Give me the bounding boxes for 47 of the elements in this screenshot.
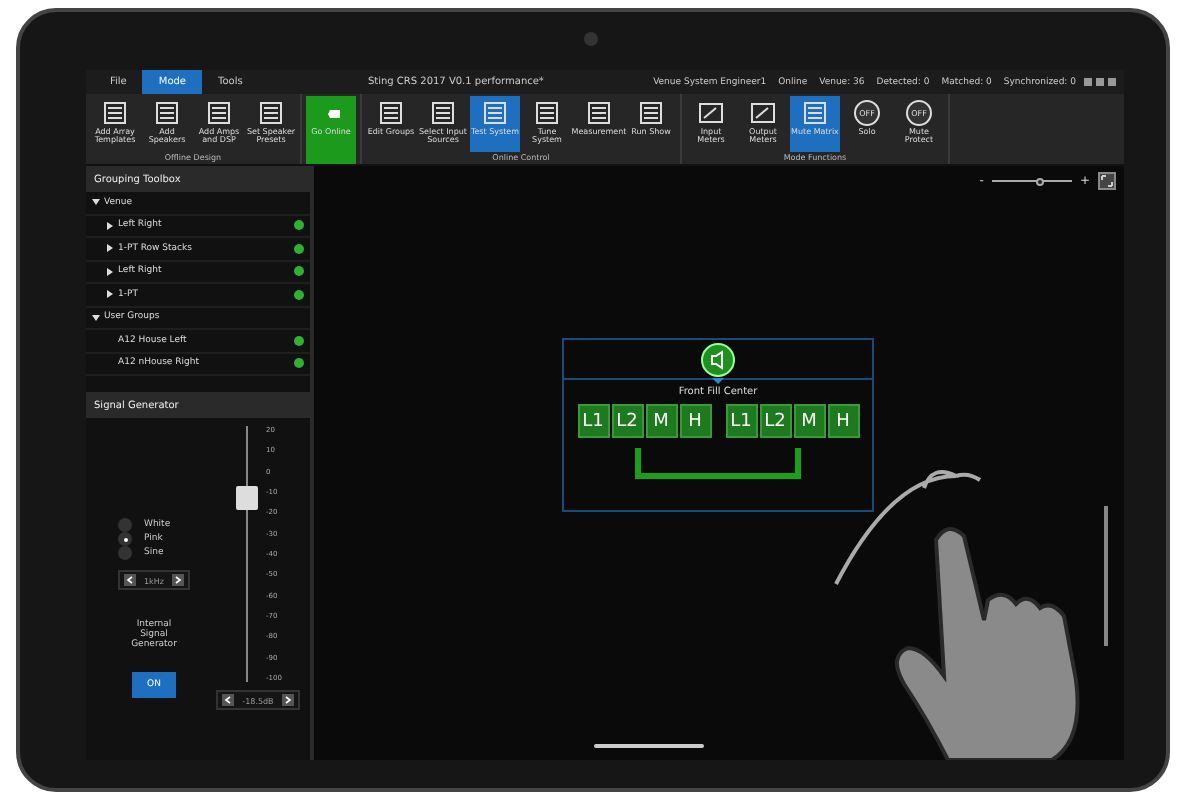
- channel-block[interactable]: L1: [577, 404, 609, 438]
- panel-icon: [534, 100, 560, 126]
- caret-icon[interactable]: [106, 267, 114, 276]
- channel-block[interactable]: M: [645, 404, 677, 438]
- panel-icon: [586, 100, 612, 126]
- decrease-button[interactable]: [124, 574, 137, 586]
- fit-view-icon[interactable]: [1098, 172, 1116, 190]
- fader-thumb[interactable]: [236, 485, 259, 510]
- scrollbar[interactable]: [1104, 506, 1108, 646]
- channel-block[interactable]: M: [793, 404, 825, 438]
- meter-icon: [698, 100, 724, 126]
- window-controls-icon[interactable]: [1084, 78, 1116, 86]
- increase-button[interactable]: [281, 694, 294, 706]
- caret-icon[interactable]: [106, 221, 114, 230]
- panel-icon: [802, 100, 828, 126]
- panel-icon: [102, 100, 128, 126]
- home-indicator: [594, 744, 704, 748]
- channel-block[interactable]: H: [679, 404, 711, 438]
- channel-block[interactable]: L2: [611, 404, 643, 438]
- radio-button[interactable]: [118, 546, 132, 560]
- channel-block[interactable]: H: [827, 404, 859, 438]
- meter-icon: [750, 100, 776, 126]
- caret-icon[interactable]: [92, 313, 100, 322]
- panel-icon: [206, 100, 232, 126]
- status-dot: [294, 358, 304, 369]
- status-dot: [294, 243, 304, 254]
- caret-icon[interactable]: [106, 290, 114, 299]
- increase-button[interactable]: [171, 574, 184, 586]
- status-dot: [294, 220, 304, 231]
- caret-icon[interactable]: [92, 198, 100, 207]
- panel-icon: [258, 100, 284, 126]
- panel-icon: [482, 100, 508, 126]
- camera-icon: [584, 32, 598, 46]
- radio-button[interactable]: [118, 518, 132, 532]
- caret-icon[interactable]: [106, 244, 114, 253]
- panel-icon: [430, 100, 456, 126]
- panel-icon: [154, 100, 180, 126]
- decrease-button[interactable]: [222, 694, 235, 706]
- status-dot: [294, 289, 304, 300]
- channel-block[interactable]: L2: [759, 404, 791, 438]
- channel-block[interactable]: L1: [725, 404, 757, 438]
- speaker-icon: [700, 342, 736, 386]
- panel-icon: [638, 100, 664, 126]
- radio-button[interactable]: [118, 532, 132, 546]
- status-dot: [294, 266, 304, 277]
- panel-icon: [378, 100, 404, 126]
- status-dot: [294, 335, 304, 346]
